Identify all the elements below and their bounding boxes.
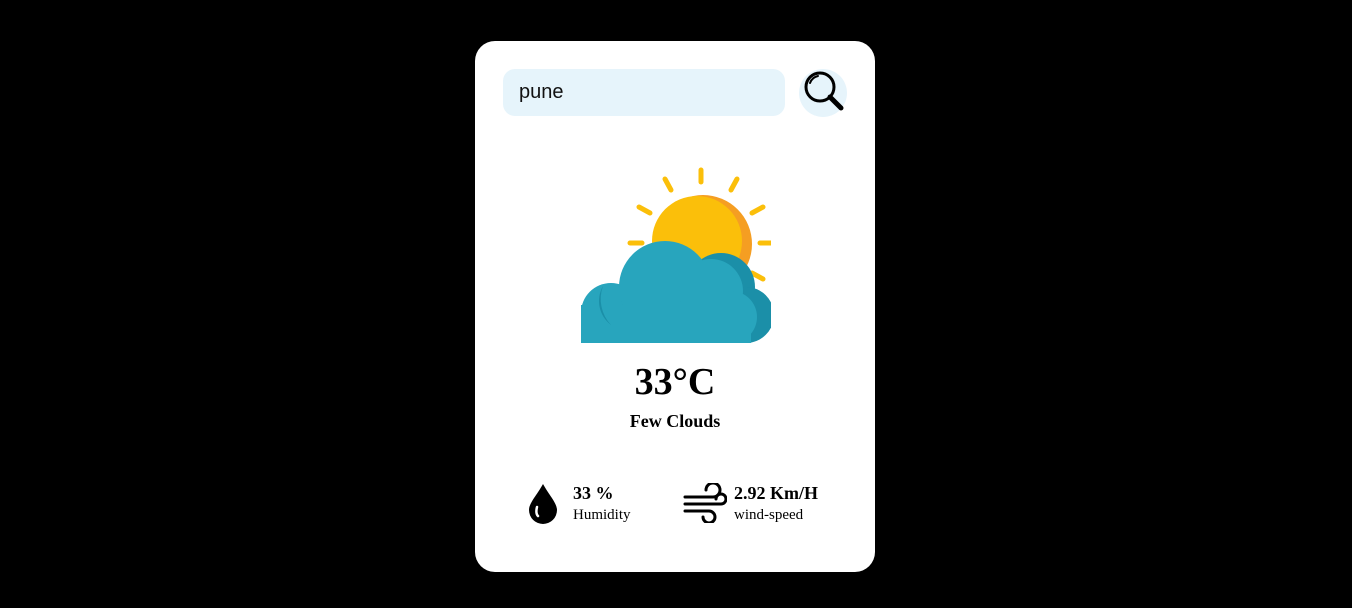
humidity-detail: 33 % Humidity xyxy=(527,481,657,531)
search-icon xyxy=(804,71,844,111)
wind-speed-label: wind-speed xyxy=(734,507,804,523)
city-search-input[interactable] xyxy=(503,69,785,116)
sun-behind-cloud-icon xyxy=(581,167,771,345)
weather-condition: Few Clouds xyxy=(629,411,721,431)
temperature: 33°C xyxy=(634,361,716,403)
wind-speed-value: 2.92 Km/H xyxy=(734,483,818,503)
weather-card: 33°C Few Clouds 33 % Humidity 2.92 Km/H … xyxy=(475,41,875,572)
humidity-value: 33 % xyxy=(573,483,614,503)
wind-detail: 2.92 Km/H wind-speed xyxy=(683,481,853,531)
search-button[interactable] xyxy=(799,69,847,117)
wind-icon xyxy=(683,483,727,523)
humidity-label: Humidity xyxy=(573,507,631,523)
water-drop-icon xyxy=(529,484,557,524)
